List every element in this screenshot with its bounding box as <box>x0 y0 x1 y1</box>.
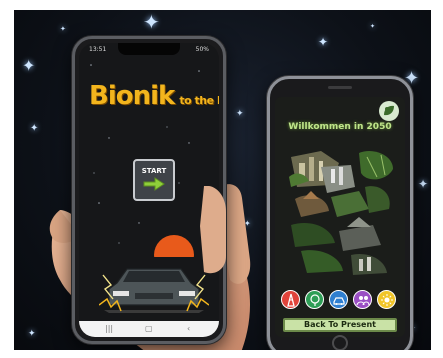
star-sparkle: ✦ <box>30 123 39 134</box>
sun-icon[interactable] <box>377 290 396 309</box>
back-icon[interactable]: ‹ <box>187 324 190 333</box>
frame-top <box>0 0 443 10</box>
app-title: Bionik to the Future <box>89 81 219 111</box>
title-to-the-future: to the Future <box>179 94 219 107</box>
category-icon-row <box>279 290 401 312</box>
car-icon[interactable] <box>329 290 348 309</box>
frame-bottom <box>0 350 443 358</box>
star-sparkle: ✦ <box>28 329 36 339</box>
star-sparkle: ✦ <box>22 56 36 75</box>
welcome-title: Willkommen in 2050 <box>288 122 392 132</box>
home-icon[interactable]: ▢ <box>145 324 153 333</box>
star-sparkle: ✦ <box>60 25 66 33</box>
nature-icon[interactable] <box>305 290 324 309</box>
starry-background: ✦ ✦ ✦ ✦ ✦ ✦ ✦ ✦ ✦ ✦ ✦ ✦ 13:51 50% <box>0 0 443 358</box>
frame-left <box>0 0 14 358</box>
tower-icon[interactable] <box>281 290 300 309</box>
recents-icon[interactable]: ||| <box>105 324 113 333</box>
star-sparkle: ✦ <box>143 10 160 34</box>
star-sparkle: ✦ <box>236 109 244 119</box>
start-button[interactable]: START <box>133 159 175 201</box>
home-button[interactable] <box>332 335 348 351</box>
future-screen: Willkommen in 2050 Back To Present <box>275 97 405 337</box>
start-label: START <box>141 167 167 175</box>
leaf-logo-icon <box>379 101 399 121</box>
title-bionik: Bionik <box>89 81 175 111</box>
star-sparkle: ✦ <box>370 23 376 30</box>
android-nav-bar: ||| ▢ ‹ <box>79 321 219 337</box>
people-icon[interactable] <box>353 290 372 309</box>
star-sparkle: ✦ <box>318 35 329 49</box>
future-city-collage <box>289 150 393 275</box>
back-to-present-button[interactable]: Back To Present <box>283 318 397 332</box>
star-sparkle: ✦ <box>418 177 429 191</box>
phone-right: Willkommen in 2050 Back To Present <box>267 76 413 358</box>
phone-speaker <box>328 86 352 89</box>
thumb-illustration <box>200 186 226 274</box>
car-illustration <box>99 268 209 313</box>
arrow-right-icon <box>143 177 165 191</box>
frame-right <box>431 0 443 358</box>
